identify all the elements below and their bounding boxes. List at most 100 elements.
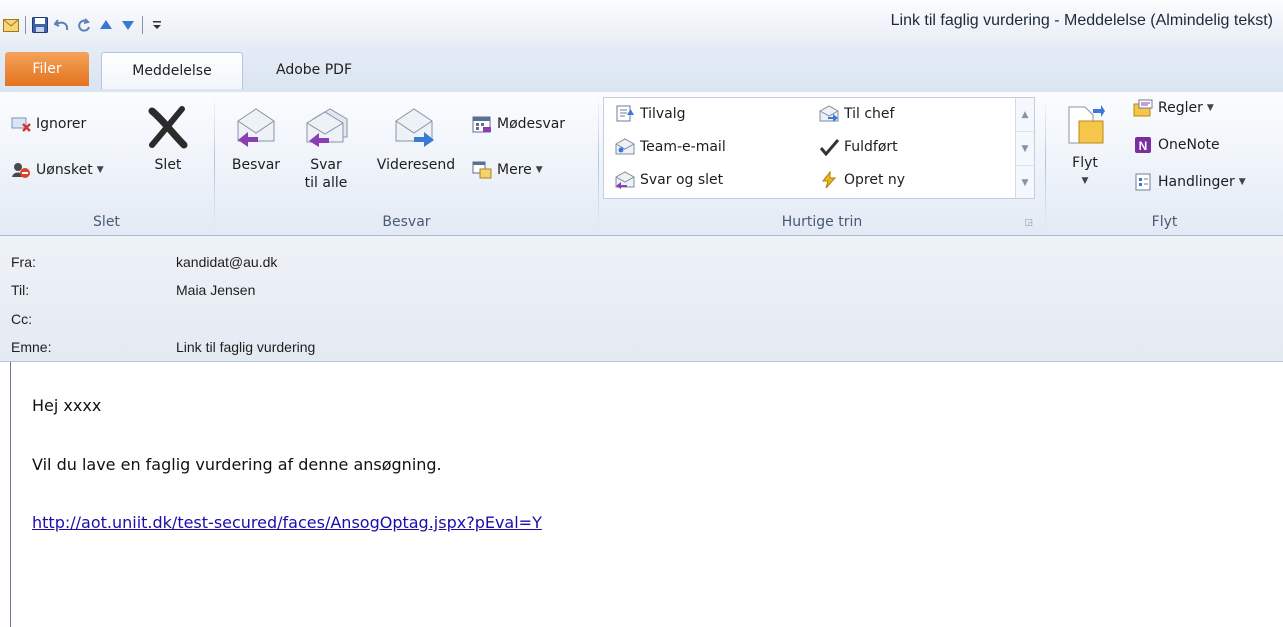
reply-all-label-2: til alle bbox=[304, 175, 348, 191]
quick-step-til-chef[interactable]: Til chef bbox=[818, 104, 894, 124]
group-label-quick-steps: Hurtige trin bbox=[781, 214, 863, 230]
cc-label: Cc: bbox=[11, 311, 32, 327]
chevron-down-icon: ▼ bbox=[1238, 177, 1246, 187]
onenote-button[interactable]: N OneNote bbox=[1132, 135, 1220, 155]
body-greeting: Hej xxxx bbox=[32, 396, 102, 415]
group-slet: Ignorer Uønsket ▼ Slet Slet bbox=[0, 92, 213, 235]
dialog-launcher-icon[interactable]: ◲ bbox=[1024, 218, 1033, 228]
move-label: Flyt bbox=[1072, 155, 1098, 171]
title-bar: Link til faglig vurdering - Meddelelse (… bbox=[0, 0, 1283, 44]
window-title: Link til faglig vurdering - Meddelelse (… bbox=[890, 12, 1273, 29]
onenote-icon: N bbox=[1132, 135, 1154, 155]
tab-adobe-pdf[interactable]: Adobe PDF bbox=[254, 52, 374, 88]
delete-icon bbox=[143, 102, 193, 152]
move-button[interactable]: Flyt ▼ bbox=[1060, 100, 1110, 190]
chevron-down-icon: ▼ bbox=[1081, 176, 1089, 186]
ignore-button[interactable]: Ignorer bbox=[10, 114, 86, 134]
tab-message[interactable]: Meddelelse bbox=[101, 52, 243, 89]
subject-label: Emne: bbox=[11, 339, 52, 355]
reply-button[interactable]: Besvar bbox=[226, 102, 286, 174]
message-header: Fra: kandidat@au.dk Til: Maia Jensen Cc:… bbox=[0, 236, 1283, 362]
qat-separator bbox=[142, 16, 143, 34]
team-mail-label: Team-e-mail bbox=[640, 139, 726, 155]
qat-separator bbox=[25, 16, 26, 34]
forward-icon bbox=[391, 102, 441, 152]
to-label: Til: bbox=[11, 282, 30, 298]
meeting-reply-button[interactable]: Mødesvar bbox=[471, 114, 565, 134]
delete-button[interactable]: Slet bbox=[143, 102, 193, 174]
junk-label: Uønsket bbox=[36, 162, 93, 178]
down-arrow-icon[interactable] bbox=[117, 15, 139, 35]
mail-icon bbox=[0, 15, 22, 35]
up-arrow-icon[interactable] bbox=[95, 15, 117, 35]
save-icon[interactable] bbox=[29, 15, 51, 35]
more-button[interactable]: Mere ▼ bbox=[471, 160, 543, 180]
team-mail-icon bbox=[614, 137, 636, 157]
rules-button[interactable]: Regler ▼ bbox=[1132, 98, 1214, 118]
more-label: Mere bbox=[497, 162, 532, 178]
more-icon bbox=[471, 160, 493, 180]
reply-icon bbox=[231, 102, 281, 152]
reply-all-label-1: Svar bbox=[310, 157, 342, 173]
subject-value: Link til faglig vurdering bbox=[176, 339, 316, 355]
quick-step-create-new[interactable]: Opret ny bbox=[818, 170, 905, 190]
calendar-icon bbox=[471, 114, 493, 134]
reply-delete-icon bbox=[614, 170, 636, 190]
quick-step-team-mail[interactable]: Team-e-mail bbox=[614, 137, 726, 157]
delete-label: Slet bbox=[154, 157, 182, 173]
to-value[interactable]: Maia Jensen bbox=[176, 282, 255, 298]
folder-move-icon bbox=[1060, 100, 1110, 150]
redo-icon[interactable] bbox=[73, 15, 95, 35]
junk-icon bbox=[10, 160, 32, 180]
junk-button[interactable]: Uønsket ▼ bbox=[10, 160, 104, 180]
create-new-label: Opret ny bbox=[844, 172, 906, 188]
from-label: Fra: bbox=[11, 254, 36, 270]
ignore-icon bbox=[10, 114, 32, 134]
svg-text:N: N bbox=[1139, 139, 1148, 153]
quick-steps-gallery: Tilvalg Team-e-mail Svar og slet Til che… bbox=[603, 97, 1035, 199]
chevron-down-icon: ▼ bbox=[535, 165, 543, 175]
from-value[interactable]: kandidat@au.dk bbox=[176, 254, 277, 270]
forward-label: Videresend bbox=[376, 157, 456, 173]
group-besvar: Besvar Svar til alle Videresend Mødesvar bbox=[215, 92, 598, 235]
expand-gallery-icon[interactable]: ▼ bbox=[1016, 166, 1034, 199]
customize-icon[interactable] bbox=[146, 15, 168, 35]
quick-access-toolbar bbox=[0, 14, 168, 36]
chevron-down-icon: ▼ bbox=[96, 165, 104, 175]
chevron-down-icon: ▼ bbox=[1206, 103, 1214, 113]
actions-label: Handlinger bbox=[1158, 174, 1235, 190]
meeting-reply-label: Mødesvar bbox=[497, 116, 566, 132]
message-body[interactable]: Hej xxxx Vil du lave en faglig vurdering… bbox=[10, 362, 1283, 627]
group-label-besvar: Besvar bbox=[382, 214, 431, 230]
actions-button[interactable]: Handlinger ▼ bbox=[1132, 172, 1246, 192]
rules-label: Regler bbox=[1158, 100, 1203, 116]
tilvalg-icon bbox=[614, 104, 636, 124]
body-text: Vil du lave en faglig vurdering af denne… bbox=[32, 455, 442, 474]
group-label-flyt: Flyt bbox=[1151, 214, 1178, 230]
reply-label: Besvar bbox=[231, 157, 281, 173]
reply-delete-label: Svar og slet bbox=[640, 172, 724, 188]
scroll-up-icon[interactable]: ▲ bbox=[1016, 98, 1034, 132]
reply-all-button[interactable]: Svar til alle bbox=[296, 102, 356, 192]
reply-all-icon bbox=[301, 102, 351, 152]
to-manager-label: Til chef bbox=[844, 106, 895, 122]
onenote-label: OneNote bbox=[1158, 137, 1220, 153]
quick-step-tilvalg[interactable]: Tilvalg bbox=[614, 104, 686, 124]
body-link[interactable]: http://aot.uniit.dk/test-secured/faces/A… bbox=[32, 513, 542, 532]
rules-icon bbox=[1132, 98, 1154, 118]
to-manager-icon bbox=[818, 104, 840, 124]
ignore-label: Ignorer bbox=[36, 116, 87, 132]
lightning-icon bbox=[818, 170, 840, 190]
quick-step-done[interactable]: Fuldført bbox=[818, 137, 898, 157]
tilvalg-label: Tilvalg bbox=[640, 106, 686, 122]
undo-icon[interactable] bbox=[51, 15, 73, 35]
ribbon-tabs: Filer Meddelelse Adobe PDF bbox=[0, 44, 1283, 93]
done-label: Fuldført bbox=[844, 139, 898, 155]
scroll-down-icon[interactable]: ▼ bbox=[1016, 132, 1034, 166]
quick-steps-scrollbar[interactable]: ▲ ▼ ▼ bbox=[1015, 98, 1034, 198]
tab-file[interactable]: Filer bbox=[5, 52, 89, 86]
group-label-slet: Slet bbox=[93, 214, 120, 230]
quick-step-reply-delete[interactable]: Svar og slet bbox=[614, 170, 723, 190]
forward-button[interactable]: Videresend bbox=[366, 102, 466, 174]
actions-icon bbox=[1132, 172, 1154, 192]
